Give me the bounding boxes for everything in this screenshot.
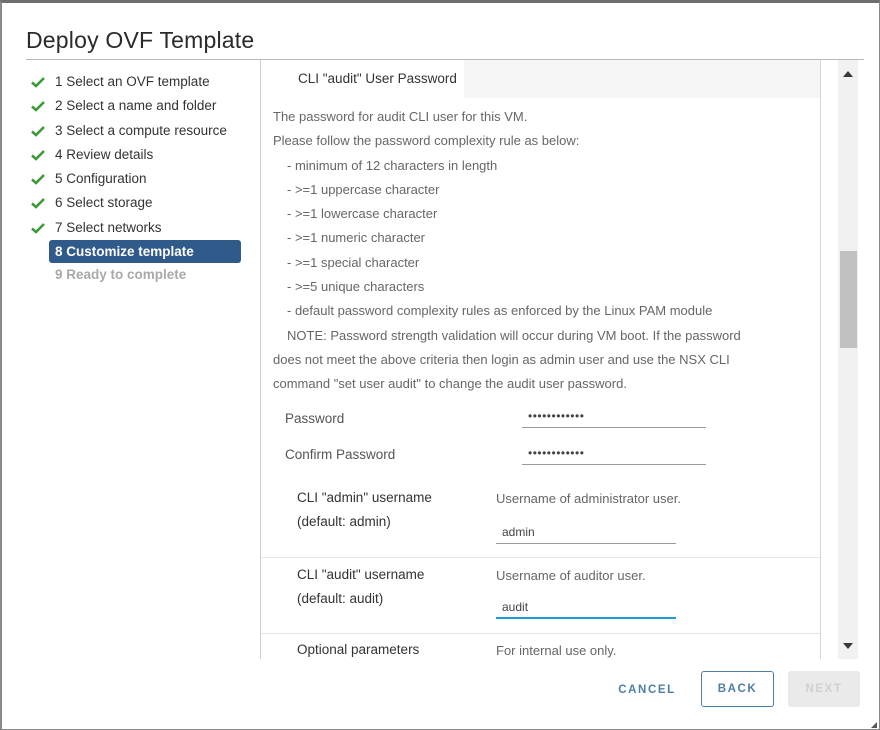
next-button: NEXT [788, 671, 860, 707]
description-line: NOTE: Password strength validation will … [287, 327, 741, 343]
description-line: - >=1 special character [287, 254, 420, 270]
step-label: 2 Select a name and folder [55, 98, 217, 114]
wizard-steps: 1 Select an OVF template 2 Select a name… [28, 70, 244, 287]
password-input[interactable]: •••••••••••• [522, 406, 706, 428]
step-select-ovf-template[interactable]: 1 Select an OVF template [28, 70, 244, 94]
check-icon [31, 222, 45, 234]
password-label: Password [285, 411, 345, 426]
step-label: 1 Select an OVF template [55, 74, 210, 89]
check-icon [31, 77, 45, 88]
step-customize-template[interactable]: 8 Customize template [49, 240, 241, 264]
content-scrollbar[interactable] [838, 60, 858, 659]
password-description: The password for audit CLI user for this… [273, 105, 813, 397]
step-review-details[interactable]: 4 Review details [28, 143, 244, 167]
admin-username-default: (default: admin) [297, 514, 391, 529]
optional-parameters-label: Optional parameters [297, 642, 420, 657]
step-select-name-folder[interactable]: 2 Select a name and folder [28, 94, 244, 118]
audit-username-input[interactable]: audit [496, 595, 676, 619]
check-icon [31, 198, 45, 210]
step-select-networks[interactable]: 7 Select networks [28, 216, 244, 240]
admin-username-row: CLI "admin" username (default: admin) Us… [261, 480, 820, 558]
scroll-down-arrow-icon[interactable] [838, 636, 858, 656]
section-title: CLI "audit" User Password [261, 60, 464, 98]
admin-username-label: CLI "admin" username [297, 490, 432, 505]
step-configuration[interactable]: 5 Configuration [28, 167, 244, 191]
check-icon [31, 101, 45, 113]
resize-grip-icon[interactable] [868, 719, 878, 729]
optional-parameters-row: Optional parameters For internal use onl… [261, 634, 820, 659]
description-line: command "set user audit" to change the a… [273, 376, 627, 392]
admin-username-description: Username of administrator user. [496, 491, 681, 506]
description-line: The password for audit CLI user for this… [273, 109, 528, 124]
confirm-password-label: Confirm Password [285, 447, 396, 462]
description-line: - default password complexity rules as e… [287, 303, 713, 319]
description-line: - >=1 lowercase character [287, 206, 438, 222]
deploy-ovf-dialog: Deploy OVF Template 1 Select an OVF temp… [0, 0, 880, 730]
step-label: 3 Select a compute resource [55, 122, 227, 138]
back-button[interactable]: BACK [701, 671, 774, 707]
cancel-button[interactable]: CANCEL [606, 672, 688, 708]
scrollbar-thumb[interactable] [840, 251, 857, 348]
admin-username-input[interactable]: admin [496, 520, 676, 544]
step-select-compute-resource[interactable]: 3 Select a compute resource [28, 119, 244, 143]
description-line: - >=1 uppercase character [287, 181, 440, 197]
scroll-up-arrow-icon[interactable] [838, 64, 858, 84]
audit-username-default: (default: audit) [297, 591, 384, 606]
optional-parameters-description: For internal use only. [496, 643, 617, 658]
step-label: 8 Customize template [55, 244, 194, 260]
check-icon [31, 174, 45, 185]
audit-username-row: CLI "audit" username (default: audit) Us… [261, 558, 820, 634]
check-icon [31, 149, 45, 161]
description-line: Please follow the password complexity ru… [273, 133, 580, 149]
description-line: - >=1 numeric character [287, 230, 426, 246]
step-label: 7 Select networks [55, 219, 162, 235]
customize-template-content: CLI "audit" User Password The password f… [261, 60, 821, 659]
step-ready-to-complete: 9 Ready to complete [28, 263, 244, 287]
step-label: 4 Review details [55, 146, 154, 162]
step-label: 6 Select storage [55, 195, 153, 211]
audit-username-label: CLI "audit" username [297, 567, 425, 582]
description-line: - minimum of 12 characters in length [287, 157, 498, 173]
description-line: - >=5 unique characters [287, 279, 425, 295]
confirm-password-input[interactable]: •••••••••••• [522, 443, 706, 465]
dialog-title: Deploy OVF Template [26, 27, 255, 53]
audit-username-description: Username of auditor user. [496, 568, 646, 583]
description-line: does not meet the above criteria then lo… [273, 351, 730, 367]
step-label: 9 Ready to complete [55, 267, 187, 283]
step-select-storage[interactable]: 6 Select storage [28, 191, 244, 215]
check-icon [31, 125, 45, 137]
step-label: 5 Configuration [55, 171, 147, 187]
section-header: CLI "audit" User Password [261, 60, 820, 98]
